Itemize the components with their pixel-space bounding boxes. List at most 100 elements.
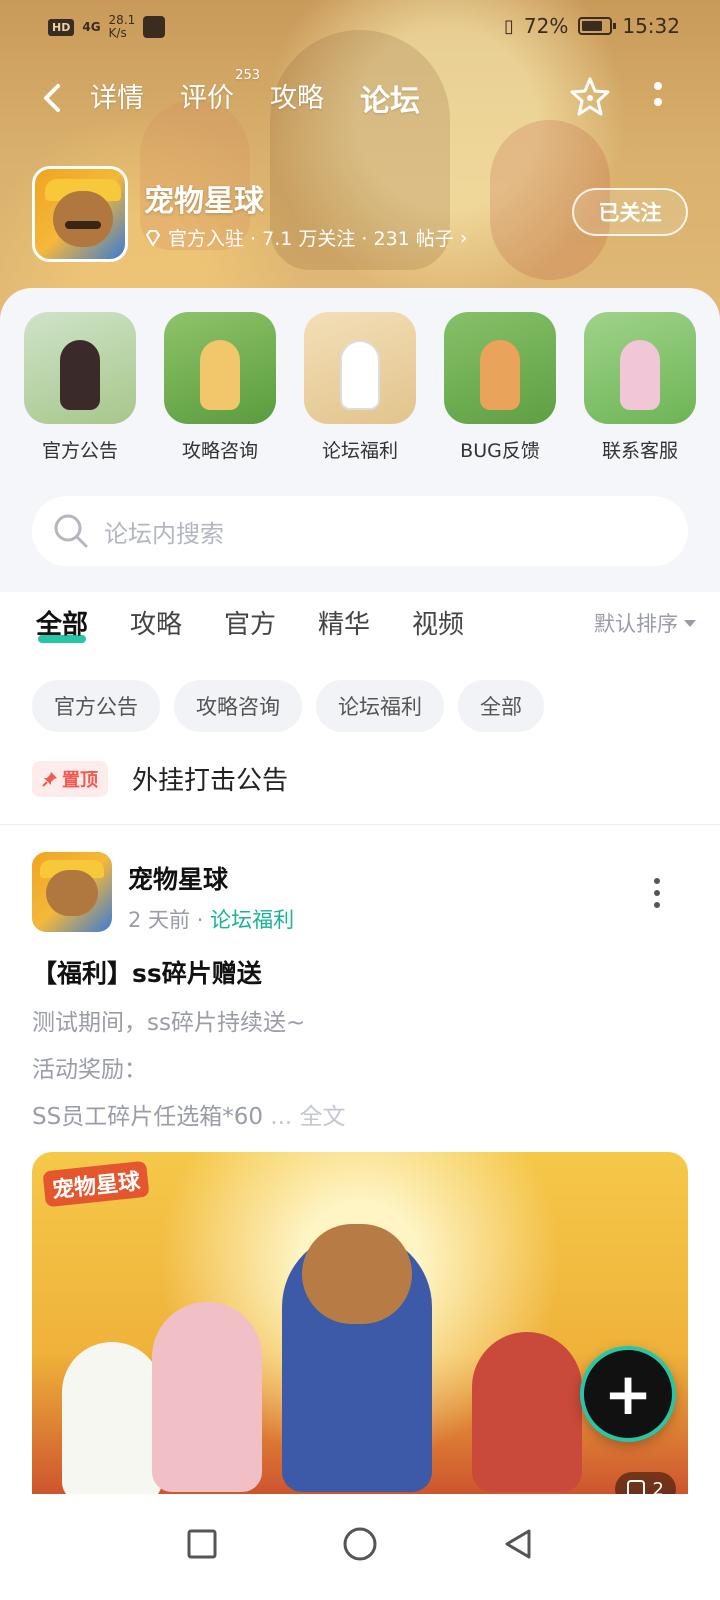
battery-icon [578,17,617,35]
speed-unit: K/s [108,26,127,40]
quick-entry-card: 官方公告 攻略咨询 论坛福利 BUG反馈 联系客服 论坛内搜索 [0,288,720,592]
post-excerpt: 测试期间，ss碎片持续送~ 活动奖励： SS员工碎片任选箱*60 ... 全文 [32,1000,346,1141]
square-icon [187,1529,217,1559]
bear-character-head [302,1224,412,1324]
plus-icon: + [603,1360,653,1428]
tab-forum-label: 论坛 [360,84,420,119]
home-button[interactable] [330,1514,390,1574]
tab-forum[interactable]: 论坛 [360,76,420,120]
quick-entry-guide-questions[interactable]: 攻略咨询 [164,312,276,463]
sort-label: 默认排序 [594,612,678,636]
post-meta: 2 天前 · 论坛福利 [128,904,294,934]
filter-tab-video[interactable]: 视频 [412,604,464,641]
bug-report-thumbnail [444,312,556,424]
circle-icon [343,1527,377,1561]
meta-separator: · [196,908,211,932]
pinned-post-title: 外挂打击公告 [132,766,289,796]
chip-announcements[interactable]: 官方公告 [32,680,160,732]
more-options-icon[interactable] [652,82,664,112]
pinned-post[interactable]: 置顶 外挂打击公告 [32,760,288,797]
shopping-bag-icon [143,16,166,38]
chip-forum-benefits[interactable]: 论坛福利 [316,680,444,732]
filter-tab-guides[interactable]: 攻略 [130,604,182,641]
post-author[interactable]: 宠物星球 [128,860,228,896]
filter-tab-official[interactable]: 官方 [224,604,276,641]
tab-guides-label: 攻略 [270,83,324,114]
quick-entry-customer-service[interactable]: 联系客服 [584,312,696,463]
customer-service-thumbnail [584,312,696,424]
read-full-link[interactable]: 全文 [300,1104,346,1130]
search-placeholder: 论坛内搜索 [104,519,224,548]
chevron-right-icon: › [459,226,468,249]
battery-percent: 72% [523,14,569,38]
forum-identity: 宠物星球 官方入驻 · 7.1 万关注 · 231 帖子 › 已关注 [32,166,692,262]
speed-value: 28.1 [108,13,136,27]
post-body-text: SS员工碎片任选箱*60 [32,1104,263,1130]
category-chips: 官方公告 攻略咨询 论坛福利 全部 [32,680,544,732]
post-time: 2 天前 [128,908,191,932]
tab-guides[interactable]: 攻略 [270,76,324,120]
favorite-star-icon[interactable] [568,74,612,118]
quick-entry-announcements[interactable]: 官方公告 [24,312,136,463]
quick-entry-label: BUG反馈 [460,440,540,462]
forum-title: 宠物星球 [144,184,264,219]
chip-guide-questions[interactable]: 攻略咨询 [174,680,302,732]
post-body-line: 测试期间，ss碎片持续送~ [32,1010,306,1036]
forum-stats-text: 官方入驻 · 7.1 万关注 · 231 帖子 [168,228,454,250]
tab-details-label: 详情 [90,83,144,114]
status-bar: HD 4G 28.1 K/s ▯ 72% 15:32 [0,8,720,48]
section-divider [0,824,720,825]
tab-details[interactable]: 详情 [90,76,144,120]
announcements-thumbnail [24,312,136,424]
pinned-badge-label: 置顶 [62,769,98,791]
chip-all[interactable]: 全部 [458,680,544,732]
post-body-line: SS员工碎片任选箱*60 ... 全文 [32,1094,346,1141]
post-filter-tabs: 全部 攻略 官方 精华 视频 默认排序 [36,604,696,660]
follow-button[interactable]: 已关注 [572,188,688,236]
nav-tabs: 详情 评价 253 攻略 论坛 [90,68,420,120]
diamond-icon [146,229,160,246]
forum-benefits-thumbnail [304,312,416,424]
filter-tab-label: 全部 [36,610,89,640]
system-navigation-bar [0,1494,720,1600]
quick-entry-label: 攻略咨询 [181,440,258,462]
recent-apps-button[interactable] [172,1514,232,1574]
forum-stats[interactable]: 官方入驻 · 7.1 万关注 · 231 帖子 › [144,224,467,251]
sort-dropdown[interactable]: 默认排序 [594,608,696,638]
quick-entry-label: 论坛福利 [321,440,398,462]
quick-entry-label: 联系客服 [601,440,678,462]
vibrate-icon: ▯ [504,15,514,37]
top-nav: 详情 评价 253 攻略 论坛 [0,68,720,126]
clown-character [472,1332,582,1492]
post-category-link[interactable]: 论坛福利 [210,908,294,932]
quick-entry-bug-report[interactable]: BUG反馈 [444,312,556,463]
quick-entry-forum-benefits[interactable]: 论坛福利 [304,312,416,463]
search-icon [54,514,88,548]
quick-entry-label: 官方公告 [41,440,118,462]
duck-character [62,1342,162,1502]
clock: 15:32 [622,14,680,38]
tab-reviews[interactable]: 评价 253 [180,68,260,120]
post-body-line: 活动奖励： [32,1057,147,1083]
pinned-badge: 置顶 [32,760,108,797]
quick-entry-row: 官方公告 攻略咨询 论坛福利 BUG反馈 联系客服 [24,312,696,463]
cat-character [152,1302,262,1492]
avatar[interactable] [32,852,112,932]
network-speed: 28.1 K/s [109,14,136,40]
post-image[interactable]: 宠物星球 2 [32,1152,688,1518]
post-more-icon[interactable] [654,878,662,908]
back-arrow-icon[interactable] [38,78,68,118]
create-post-button[interactable]: + [580,1346,676,1442]
guide-questions-thumbnail [164,312,276,424]
ellipsis: ... [270,1104,293,1130]
caret-down-icon [684,619,696,627]
filter-tab-featured[interactable]: 精华 [318,604,370,641]
tab-reviews-label: 评价 [180,83,234,114]
triangle-back-icon [505,1529,531,1559]
network-badge: HD [48,18,75,36]
filter-tab-all[interactable]: 全部 [36,604,89,643]
post-title: 【福利】ss碎片赠送 [32,959,262,988]
back-button[interactable] [488,1514,548,1574]
app-logo [32,166,128,262]
search-input[interactable]: 论坛内搜索 [32,496,688,566]
